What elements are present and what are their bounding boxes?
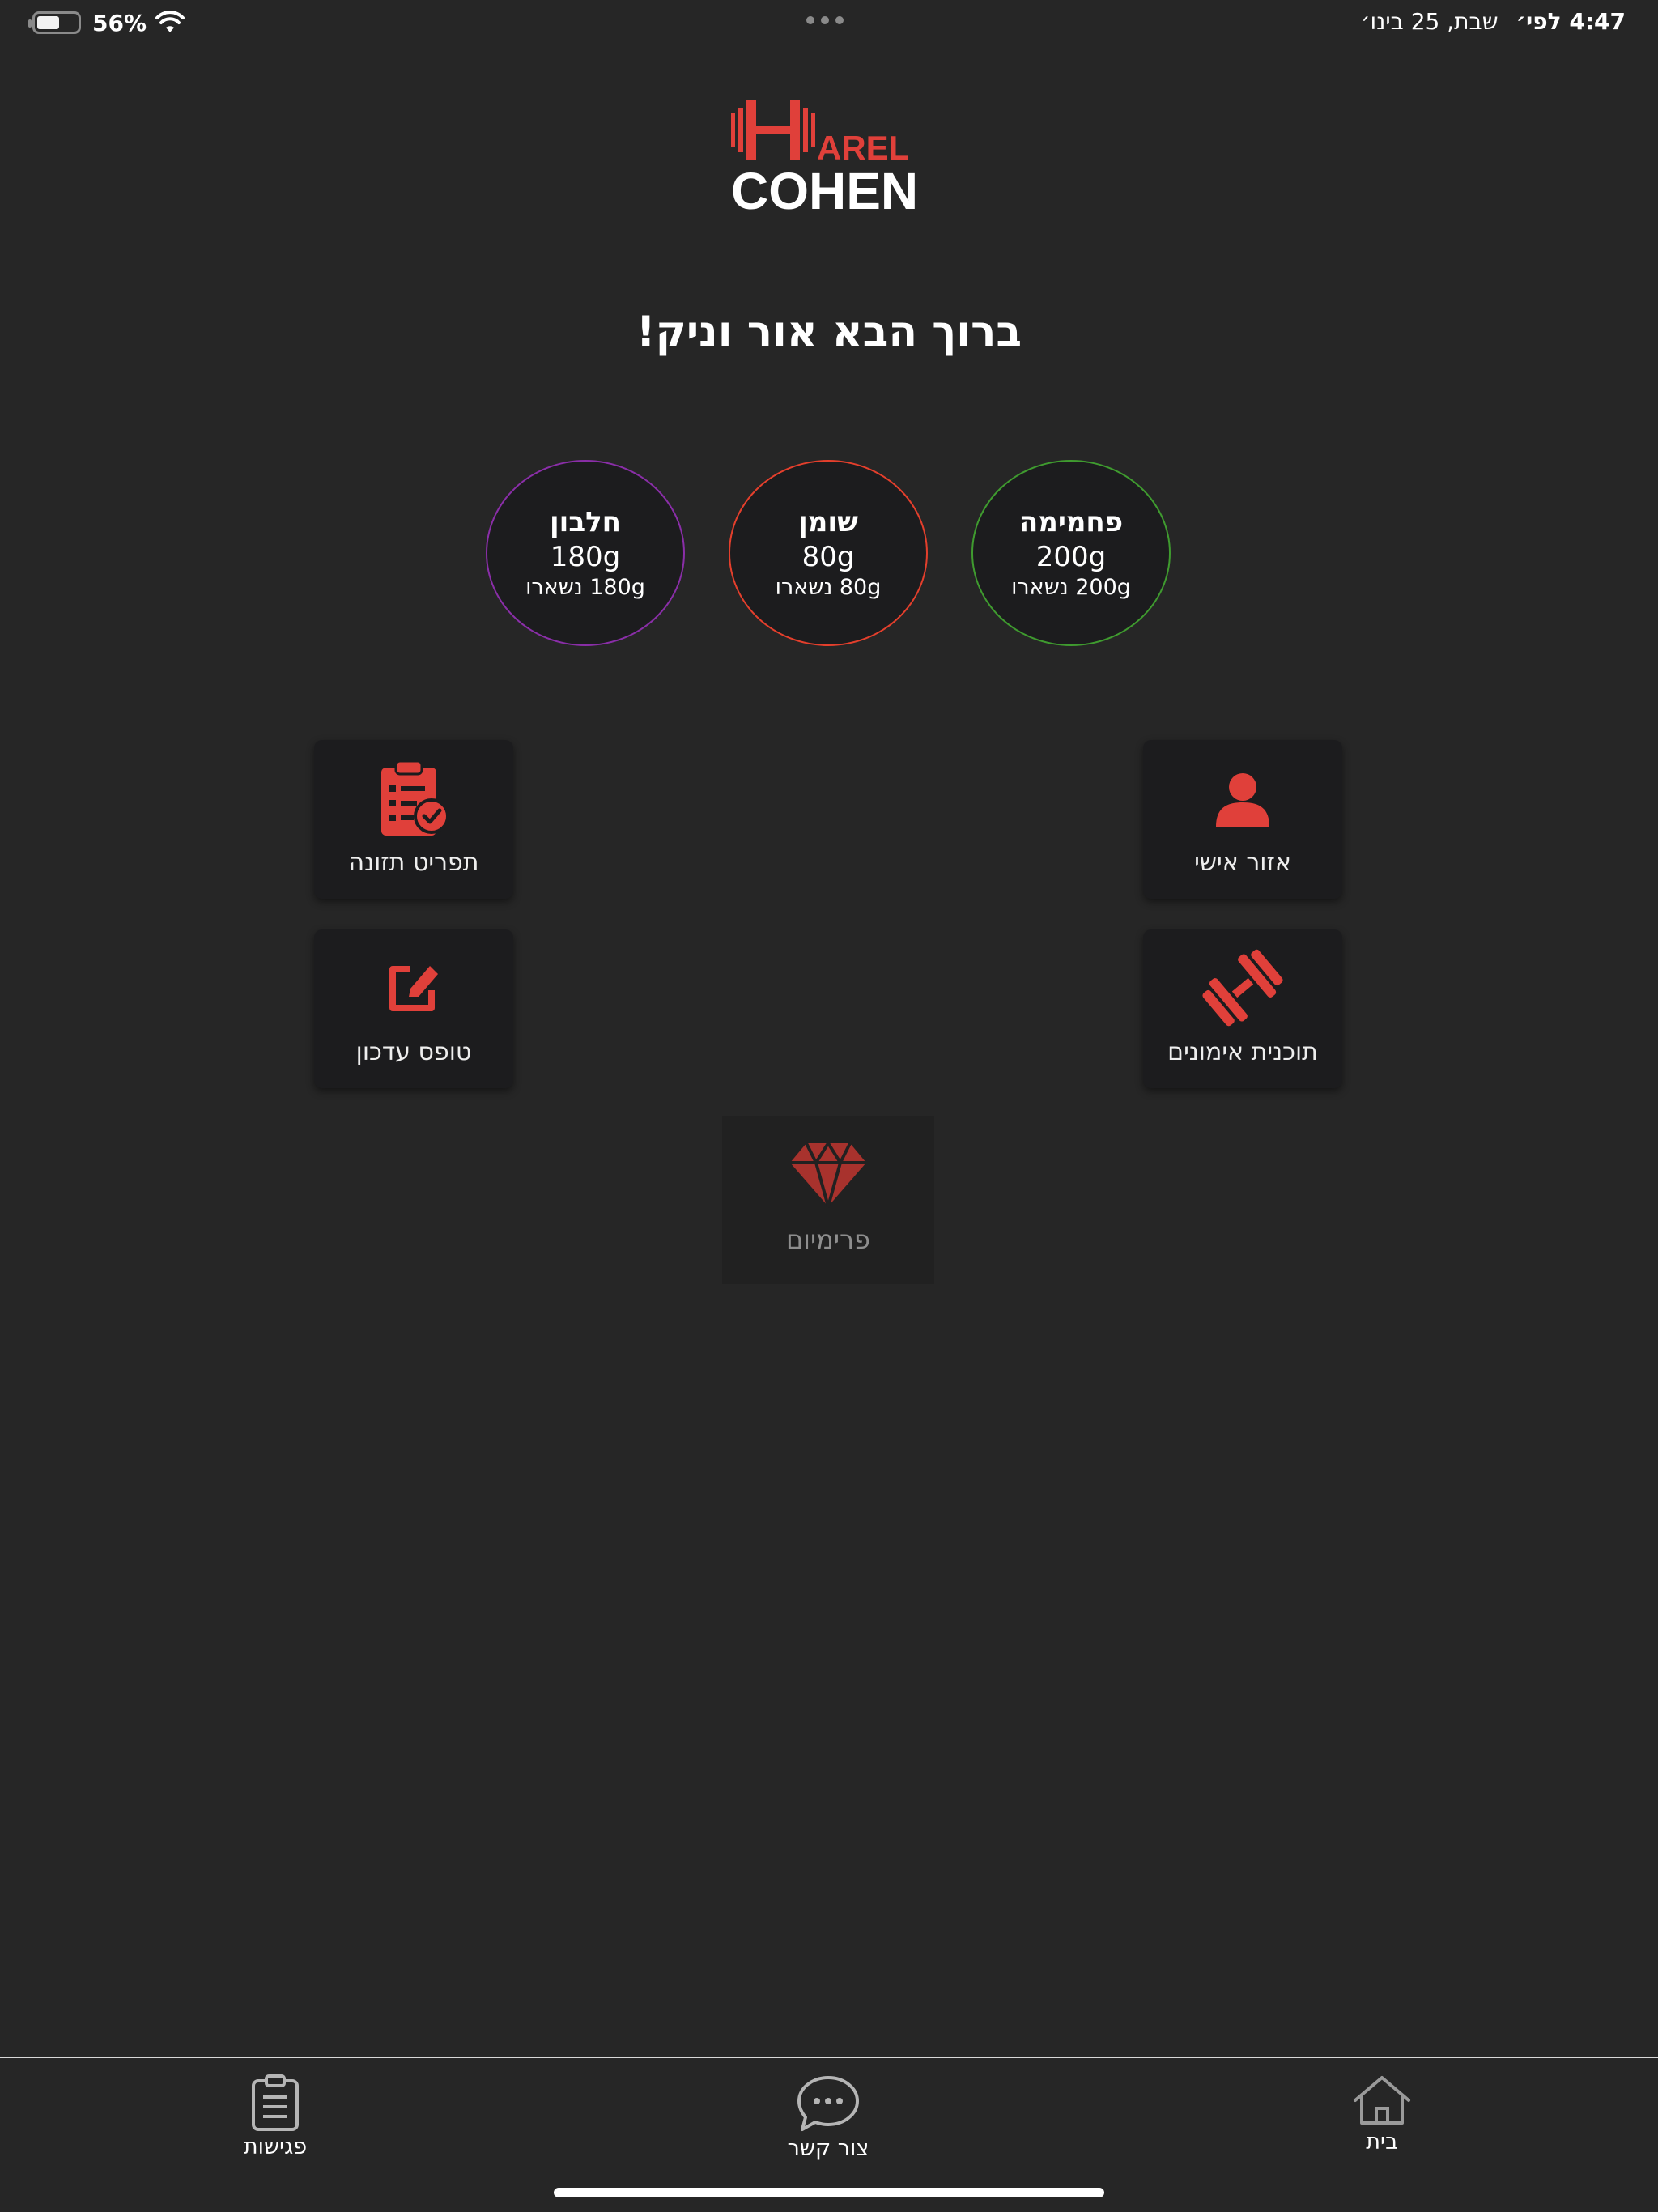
nutrition-menu-label: תפריט תזונה bbox=[348, 849, 479, 877]
update-form-label: טופס עדכון bbox=[355, 1038, 472, 1066]
status-bar: 56% 4:47 לפי׳ שבת, 25 בינו׳ bbox=[0, 0, 1658, 45]
wifi-icon bbox=[155, 11, 185, 32]
macro-protein: חלבון 180g 180g נשארו bbox=[486, 460, 685, 646]
edit-icon bbox=[386, 947, 441, 1028]
clipboard-list-icon bbox=[252, 2074, 299, 2131]
welcome-heading: ברוך הבא אור וניק! bbox=[636, 308, 1022, 356]
home-indicator[interactable] bbox=[554, 2188, 1104, 2197]
diamond-icon bbox=[789, 1134, 868, 1214]
person-icon bbox=[1214, 758, 1271, 839]
status-right: 4:47 לפי׳ שבת, 25 בינו׳ bbox=[1361, 8, 1626, 35]
nutrition-menu-button[interactable]: תפריט תזונה bbox=[314, 740, 513, 899]
training-plan-label: תוכנית אימונים bbox=[1167, 1038, 1318, 1066]
tab-home[interactable]: בית bbox=[1301, 2074, 1463, 2155]
home-screen: 56% 4:47 לפי׳ שבת, 25 בינו׳ AREL COHEN ב… bbox=[0, 0, 1658, 2212]
multitasking-dots-icon[interactable] bbox=[806, 16, 844, 24]
macro-fat-label: שומן bbox=[798, 506, 858, 538]
tab-home-label: בית bbox=[1366, 2129, 1398, 2155]
premium-button[interactable]: פרימיום bbox=[722, 1116, 934, 1284]
tab-meetings-label: פגישות bbox=[243, 2134, 308, 2159]
status-date: שבת, 25 בינו׳ bbox=[1360, 8, 1499, 35]
status-left: 56% bbox=[28, 8, 185, 37]
macro-fat-remaining: 80g נשארו bbox=[775, 575, 882, 600]
macro-protein-value: 180g bbox=[550, 541, 621, 573]
tab-contact[interactable]: צור קשר bbox=[747, 2074, 909, 2161]
training-plan-button[interactable]: תוכנית אימונים bbox=[1143, 929, 1342, 1088]
macro-carbs-remaining: 200g נשארו bbox=[1011, 575, 1131, 600]
personal-area-button[interactable]: אזור אישי bbox=[1143, 740, 1342, 899]
personal-area-label: אזור אישי bbox=[1194, 849, 1291, 877]
status-time: 4:47 לפי׳ bbox=[1516, 8, 1626, 35]
macro-protein-label: חלבון bbox=[550, 506, 622, 538]
update-form-button[interactable]: טופס עדכון bbox=[314, 929, 513, 1088]
battery-fill bbox=[37, 16, 59, 29]
battery-icon bbox=[28, 11, 81, 34]
tab-meetings[interactable]: פגישות bbox=[194, 2074, 356, 2159]
battery-percent: 56% bbox=[92, 9, 147, 36]
dumbbell-icon bbox=[1201, 947, 1285, 1028]
macro-protein-remaining: 180g נשארו bbox=[525, 575, 645, 600]
brand-logo: AREL COHEN bbox=[725, 96, 935, 220]
logo-line1: AREL bbox=[817, 129, 909, 167]
logo-line2: COHEN bbox=[731, 162, 918, 217]
macro-carbs-label: פחמימה bbox=[1018, 506, 1124, 538]
tab-contact-label: צור קשר bbox=[787, 2136, 869, 2161]
clipboard-check-icon bbox=[376, 758, 451, 839]
home-icon bbox=[1354, 2076, 1410, 2125]
macro-fat: שומן 80g 80g נשארו bbox=[729, 460, 928, 646]
chat-icon bbox=[797, 2076, 859, 2131]
premium-label: פרימיום bbox=[785, 1224, 871, 1255]
macro-carbs-value: 200g bbox=[1035, 541, 1107, 573]
macro-carbs: פחמימה 200g 200g נשארו bbox=[971, 460, 1171, 646]
macro-fat-value: 80g bbox=[801, 541, 855, 573]
